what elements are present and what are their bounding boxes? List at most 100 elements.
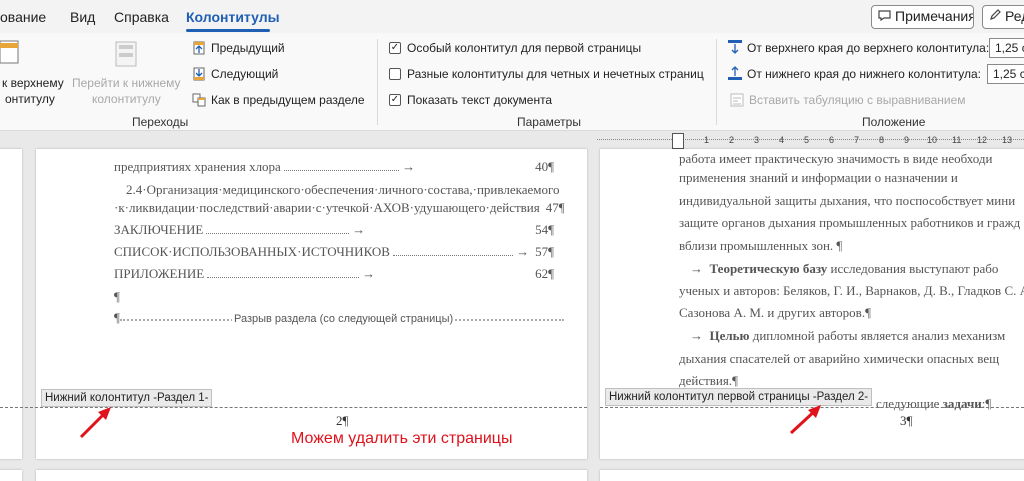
link-to-previous-button[interactable]: Как в предыдущем разделе — [211, 93, 365, 107]
toc-leader — [207, 277, 360, 278]
footer-position-icon — [728, 66, 742, 80]
next-button[interactable]: Следующий — [211, 67, 278, 81]
toc-entry-page: 40¶ — [535, 159, 554, 174]
first-page-footer-section-2-tag[interactable]: Нижний колонтитул первой страницы -Разде… — [605, 388, 873, 406]
insert-alignment-tab-button[interactable]: Вставить табуляцию с выравниванием — [749, 93, 966, 107]
body-line: индивидуальной защиты дыхания, что поспо… — [679, 193, 1016, 208]
different-first-page-label[interactable]: Особый колонтитул для первой страницы — [407, 41, 641, 55]
link-to-previous-icon — [192, 93, 206, 107]
comments-button[interactable]: Примечания — [871, 5, 974, 29]
toc-leader — [206, 233, 350, 234]
section-break-label: Разрыв раздела (со следующей страницы) — [232, 313, 456, 325]
indent-marker[interactable] — [672, 133, 684, 149]
show-document-text-checkbox[interactable]: ✓ — [389, 94, 401, 106]
tab-arrow: → — [690, 261, 703, 276]
header-position-input[interactable]: 1,25 с — [989, 38, 1024, 58]
toc-entry-page: 57¶ — [535, 244, 554, 259]
tab-arrow: → — [516, 244, 530, 259]
page-next-right — [600, 470, 1024, 481]
group-separator — [377, 39, 378, 125]
different-first-page-checkbox[interactable]: ✓ — [389, 42, 401, 54]
section-break: ¶ Разрыв раздела (со следующей страницы) — [114, 310, 564, 325]
body-line: → Целью дипломной работы является анализ… — [690, 328, 1006, 343]
ruler-number: 2 — [729, 135, 735, 145]
position-group-label: Положение — [862, 115, 926, 129]
tab-arrow: → — [362, 266, 376, 281]
options-group-label: Параметры — [517, 115, 581, 129]
footer-position-input[interactable]: 1,25 см — [987, 64, 1024, 84]
toc-entry: ЗАКЛЮЧЕНИЕ → 54¶ — [114, 222, 554, 238]
tab-help[interactable]: Справка — [114, 9, 169, 25]
page-number[interactable]: 2¶ — [336, 413, 348, 429]
pencil-icon — [989, 8, 1001, 24]
ruler-number: 1 — [704, 135, 710, 145]
body-line: → Теоретическую базу исследования выступ… — [690, 261, 999, 276]
body-line: дыхания спасателей от аварийно химически… — [679, 351, 1000, 366]
page-left-partial — [0, 149, 22, 459]
body-line: применения знаний и информации о назначе… — [679, 170, 958, 185]
ruler-number: 7 — [854, 135, 860, 145]
odd-even-label[interactable]: Разные колонтитулы для четных и нечетных… — [407, 67, 704, 81]
toc-entry: СПИСОК·ИСПОЛЬЗОВАННЫХ·ИСТОЧНИКОВ → 57¶ — [114, 244, 554, 260]
toc-entry: предприятиях хранения хлора → 40¶ — [114, 159, 554, 175]
editing-button[interactable]: Ред — [982, 5, 1024, 29]
tab-arrow: → — [402, 159, 416, 174]
toc-leader — [283, 170, 400, 171]
bold-term: Целью — [709, 328, 750, 343]
tab-view[interactable]: Вид — [70, 9, 95, 25]
goto-footer-label-1[interactable]: Перейти к нижнему — [72, 76, 181, 90]
body-line: работа имеет практическую значимость в в… — [679, 151, 993, 166]
goto-header-label-1[interactable]: к верхнему — [2, 76, 64, 90]
toc-entry-title: ЗАКЛЮЧЕНИЕ — [114, 222, 204, 237]
toc-entry-page: 47¶ — [545, 200, 565, 215]
body-line: Сазонова А. М. и других авторов.¶ — [679, 305, 871, 320]
red-arrow-annotation — [789, 405, 821, 435]
toc-leader — [392, 255, 514, 256]
body-line: защите органов дыхания промышленных рабо… — [679, 215, 1021, 230]
comment-icon — [878, 8, 891, 24]
ruler-number: 12 — [977, 135, 988, 145]
annotation-note: Можем удалить эти страницы — [291, 430, 513, 447]
navigation-group-label: Переходы — [132, 115, 189, 129]
previous-button[interactable]: Предыдущий — [211, 41, 285, 55]
goto-header-label-2[interactable]: онтитулу — [5, 92, 55, 106]
bold-term: задачи — [942, 396, 982, 411]
red-arrow-annotation — [79, 407, 111, 439]
show-document-text-label[interactable]: Показать текст документа — [407, 93, 552, 107]
page-next-left — [0, 470, 22, 481]
footer-section-1-tag[interactable]: Нижний колонтитул -Раздел 1- — [41, 389, 213, 407]
paragraph-mark: ¶ — [114, 310, 120, 325]
tab-review[interactable]: ование — [0, 9, 46, 25]
ruler-number: 5 — [804, 135, 810, 145]
group-separator — [716, 39, 717, 125]
ribbon-tabs-bar: ование Вид Справка Колонтитулы Примечани… — [0, 0, 1024, 33]
horizontal-ruler[interactable]: 1 2 3 4 5 6 7 8 9 10 11 12 13 — [597, 135, 1024, 149]
footer-position-label: От нижнего края до нижнего колонтитула: — [747, 67, 981, 81]
goto-footer-label-2[interactable]: колонтитулу — [92, 92, 161, 106]
toc-entry-line: 2.4·Организация·медицинского·обеспечения… — [126, 182, 560, 197]
ruler-number: 4 — [779, 135, 785, 145]
toc-entry: ПРИЛОЖЕНИЕ → 62¶ — [114, 266, 554, 282]
ruler-number: 13 — [1002, 135, 1013, 145]
alignment-tab-icon — [730, 93, 744, 107]
toc-entry-title: предприятиях хранения хлора — [114, 159, 281, 174]
comments-label: Примечания — [895, 8, 974, 24]
body-line: действия.¶ — [679, 373, 739, 388]
ruler-number: 11 — [952, 135, 962, 145]
previous-section-icon — [192, 41, 206, 55]
paragraph-mark: ¶ — [114, 289, 120, 304]
tab-arrow: → — [352, 222, 366, 237]
toc-entry-page: 62¶ — [535, 266, 554, 281]
tab-header-footer[interactable]: Колонтитулы — [186, 9, 280, 25]
toc-entry: ·к·ликвидации·последствий·аварии·с·утечк… — [114, 200, 565, 216]
odd-even-checkbox[interactable] — [389, 68, 401, 80]
ruler-number: 6 — [829, 135, 835, 145]
ruler-number: 3 — [754, 135, 760, 145]
header-position-label: От верхнего края до верхнего колонтитула… — [747, 41, 990, 55]
page-number[interactable]: 3¶ — [900, 413, 912, 429]
bold-term: Теоретическую базу — [709, 261, 828, 276]
toc-entry-title: ·к·ликвидации·последствий·аварии·с·утечк… — [114, 200, 540, 215]
body-line: ученых и авторов: Беляков, Г. И., Варнак… — [679, 283, 1024, 298]
ruler-number: 8 — [879, 135, 885, 145]
toc-entry-title: ПРИЛОЖЕНИЕ — [114, 266, 205, 281]
